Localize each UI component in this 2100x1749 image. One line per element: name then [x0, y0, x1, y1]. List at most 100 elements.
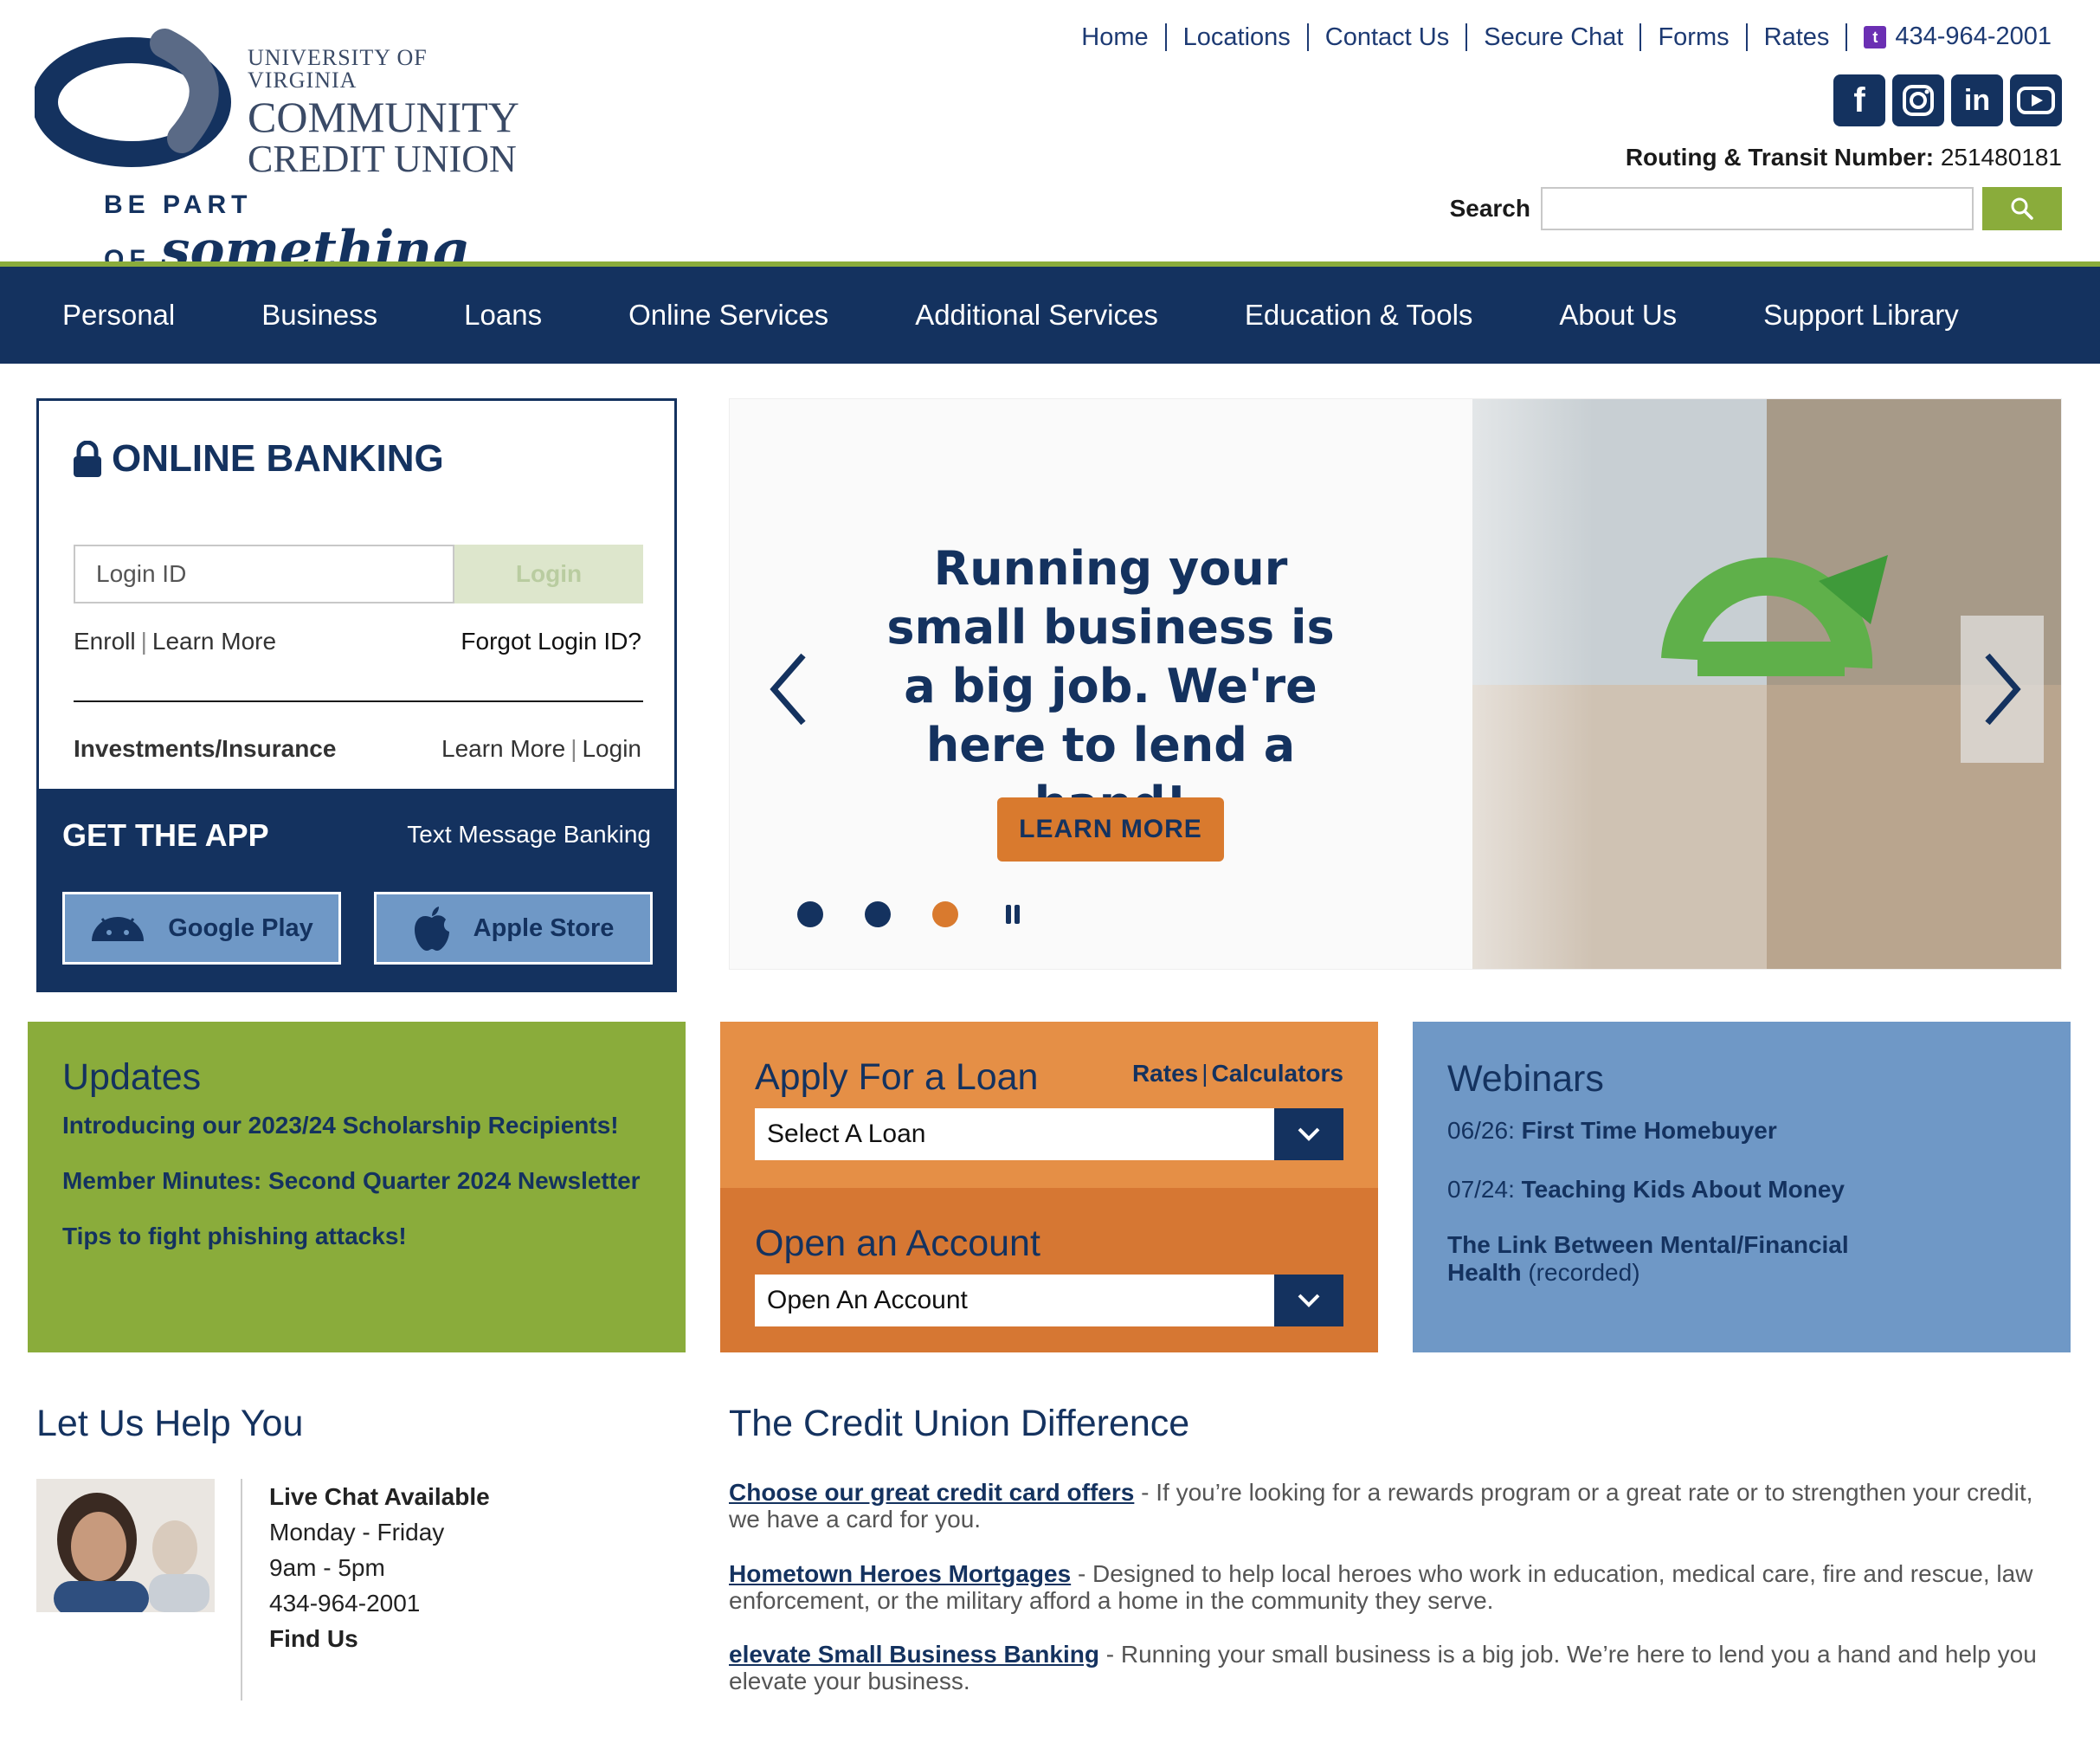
- hero-photo-fade: [1369, 399, 1594, 969]
- logo-line1: UNIVERSITY OF VIRGINIA: [248, 45, 428, 93]
- apply-loan-title: Apply For a Loan: [755, 1056, 1039, 1098]
- open-account-section: Open an Account Open An Account: [720, 1188, 1378, 1352]
- webinars-title: Webinars: [1447, 1058, 1604, 1100]
- carousel-dot-3[interactable]: [932, 901, 958, 927]
- update-item[interactable]: Introducing our 2023/24 Scholarship Reci…: [62, 1112, 619, 1139]
- online-banking-divider: [74, 700, 643, 702]
- nav-loans[interactable]: Loans: [464, 299, 542, 332]
- apple-icon: [414, 907, 449, 951]
- enroll-link[interactable]: Enroll: [74, 628, 136, 655]
- select-loan-dropdown[interactable]: Select A Loan: [755, 1108, 1343, 1160]
- investments-login-link[interactable]: Login: [582, 735, 641, 762]
- update-item[interactable]: Member Minutes: Second Quarter 2024 News…: [62, 1167, 641, 1195]
- routing-value: 251480181: [1940, 144, 2062, 171]
- facebook-icon[interactable]: f: [1833, 74, 1885, 126]
- search-input[interactable]: [1541, 187, 1974, 230]
- site-header: UNIVERSITY OF VIRGINIA COMMUNITY CREDIT …: [0, 0, 2100, 281]
- online-banking-title-text: ONLINE BANKING: [112, 437, 444, 480]
- help-info: Live Chat Available Monday - Friday 9am …: [269, 1479, 490, 1656]
- loan-rates-link[interactable]: Rates: [1132, 1060, 1198, 1087]
- lock-icon: [74, 441, 101, 477]
- carousel-dot-1[interactable]: [797, 901, 823, 927]
- webinars-panel: Webinars 06/26: First Time Homebuyer 07/…: [1413, 1022, 2071, 1352]
- carousel-next-button[interactable]: [1961, 616, 2044, 763]
- help-days: Monday - Friday: [269, 1519, 445, 1546]
- get-the-app-title: GET THE APP: [62, 817, 269, 853]
- webinar-note: (recorded): [1528, 1259, 1640, 1286]
- help-divider: [241, 1479, 242, 1701]
- nav-support-library[interactable]: Support Library: [1763, 299, 1959, 332]
- loan-account-panel: Apply For a Loan Rates | Calculators Selec…: [720, 1022, 1378, 1352]
- hometown-heroes-link[interactable]: Hometown Heroes Mortgages: [729, 1560, 1071, 1587]
- topnav-forms[interactable]: Forms: [1641, 23, 1748, 51]
- open-account-value: Open An Account: [767, 1286, 968, 1314]
- carousel-pause-button[interactable]: [1000, 901, 1026, 927]
- difference-item: Hometown Heroes Mortgages - Designed to …: [729, 1560, 2062, 1614]
- credit-card-offers-link[interactable]: Choose our great credit card offers: [729, 1479, 1134, 1506]
- google-play-button[interactable]: Google Play: [62, 892, 341, 965]
- carousel-dot-2[interactable]: [865, 901, 891, 927]
- topnav-phone-number: 434-964-2001: [1895, 23, 2052, 50]
- webinar-name: First Time Homebuyer: [1521, 1117, 1777, 1144]
- instagram-icon[interactable]: [1892, 74, 1944, 126]
- login-id-input[interactable]: Login ID: [74, 545, 454, 603]
- webinar-item[interactable]: The Link Between Mental/Financial Health…: [1447, 1231, 1897, 1287]
- difference-item: elevate Small Business Banking - Running…: [729, 1641, 2062, 1694]
- chevron-down-icon: [1274, 1275, 1343, 1326]
- topnav-rates[interactable]: Rates: [1748, 23, 1848, 51]
- routing-number: Routing & Transit Number: 251480181: [1626, 144, 2062, 171]
- support-agent-image: [36, 1479, 215, 1612]
- nav-education-tools[interactable]: Education & Tools: [1245, 299, 1473, 332]
- webinar-item[interactable]: 07/24: Teaching Kids About Money: [1447, 1176, 1967, 1204]
- update-item[interactable]: Tips to fight phishing attacks!: [62, 1223, 407, 1250]
- chevron-right-icon: [1985, 653, 2021, 726]
- online-banking-title: ONLINE BANKING: [72, 437, 444, 481]
- nav-additional-services[interactable]: Additional Services: [915, 299, 1158, 332]
- google-play-label: Google Play: [168, 913, 313, 942]
- investments-links: Learn More | Login: [441, 735, 641, 762]
- nav-about-us[interactable]: About Us: [1559, 299, 1677, 332]
- learn-more-link[interactable]: Learn More: [152, 628, 276, 655]
- carousel-indicators: [797, 901, 1026, 927]
- nav-personal[interactable]: Personal: [62, 299, 175, 332]
- live-chat-link[interactable]: Live Chat Available: [269, 1479, 490, 1514]
- difference-title: The Credit Union Difference: [729, 1403, 1190, 1444]
- search-label: Search: [1449, 195, 1530, 222]
- site-logo[interactable]: UNIVERSITY OF VIRGINIA COMMUNITY CREDIT …: [35, 26, 519, 281]
- investments-learn-more-link[interactable]: Learn More: [441, 735, 565, 762]
- search-bar: Search: [1450, 187, 2062, 230]
- nav-business[interactable]: Business: [261, 299, 377, 332]
- loan-calculators-link[interactable]: Calculators: [1212, 1060, 1344, 1087]
- nav-online-services[interactable]: Online Services: [628, 299, 828, 332]
- social-links: f in: [1833, 74, 2062, 126]
- hero-learn-more-button[interactable]: LEARN MORE: [997, 797, 1224, 862]
- enroll-links: Enroll | Learn More: [74, 628, 277, 655]
- open-account-title: Open an Account: [755, 1223, 1040, 1264]
- elevate-business-link[interactable]: elevate Small Business Banking: [729, 1641, 1099, 1668]
- topnav-locations[interactable]: Locations: [1167, 23, 1309, 51]
- utility-nav: Home Locations Contact Us Secure Chat Fo…: [1065, 23, 2052, 51]
- help-phone[interactable]: 434-964-2001: [269, 1585, 490, 1621]
- topnav-secure-chat[interactable]: Secure Chat: [1467, 23, 1642, 51]
- youtube-icon[interactable]: [2010, 74, 2062, 126]
- apple-store-button[interactable]: Apple Store: [374, 892, 653, 965]
- logo-line3: CREDIT UNION: [248, 138, 517, 180]
- webinar-date: 07/24:: [1447, 1176, 1515, 1203]
- text-message-banking-link[interactable]: Text Message Banking: [407, 821, 651, 849]
- updates-panel: Updates Introducing our 2023/24 Scholars…: [28, 1022, 686, 1352]
- forgot-login-link[interactable]: Forgot Login ID?: [461, 628, 641, 655]
- topnav-home[interactable]: Home: [1065, 23, 1167, 51]
- logo-mark-icon: [35, 29, 231, 167]
- webinar-name: Teaching Kids About Money: [1521, 1176, 1845, 1203]
- login-button[interactable]: Login: [454, 545, 643, 603]
- phone-icon: t: [1864, 25, 1887, 48]
- webinar-item[interactable]: 06/26: First Time Homebuyer: [1447, 1117, 1967, 1145]
- carousel-prev-button[interactable]: [747, 616, 830, 763]
- find-us-link[interactable]: Find Us: [269, 1621, 490, 1656]
- routing-label: Routing & Transit Number:: [1625, 144, 1935, 171]
- open-account-dropdown[interactable]: Open An Account: [755, 1275, 1343, 1326]
- topnav-contact-us[interactable]: Contact Us: [1309, 23, 1468, 51]
- linkedin-icon[interactable]: in: [1951, 74, 2003, 126]
- search-button[interactable]: [1982, 187, 2062, 230]
- topnav-phone[interactable]: t 434-964-2001: [1847, 23, 2052, 51]
